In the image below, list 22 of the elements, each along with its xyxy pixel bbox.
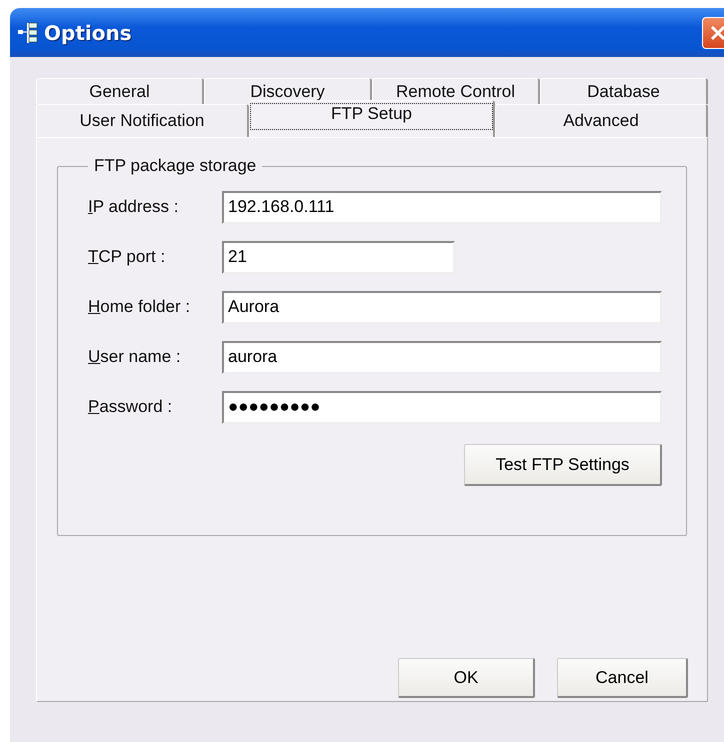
input-field[interactable]: Aurora (222, 290, 662, 324)
tab[interactable]: General (36, 78, 204, 104)
group-title: FTP package storage (93, 156, 258, 176)
window-title: Options (44, 20, 132, 44)
tab[interactable]: User Notification (36, 104, 250, 137)
field-label: IP address : (88, 197, 180, 217)
close-icon (709, 24, 724, 42)
tab[interactable]: FTP Setup (249, 100, 495, 137)
field-label: User name : (88, 347, 182, 367)
dialog-button[interactable]: OK (398, 658, 535, 698)
input-field[interactable]: aurora (222, 340, 662, 374)
test-ftp-button[interactable]: Test FTP Settings (464, 444, 662, 486)
input-field[interactable]: 192.168.0.111 (222, 190, 662, 224)
tab[interactable]: Advanced (494, 104, 708, 137)
input-field[interactable]: 21 (222, 240, 455, 274)
dialog-button[interactable]: Cancel (557, 658, 688, 698)
field-label: TCP port : (88, 247, 166, 267)
tab[interactable]: Database (540, 78, 708, 104)
field-label: Password : (88, 397, 174, 417)
field-label: Home folder : (88, 297, 192, 317)
tree-icon (18, 22, 38, 44)
input-field[interactable]: ●●●●●●●●● (222, 390, 662, 424)
